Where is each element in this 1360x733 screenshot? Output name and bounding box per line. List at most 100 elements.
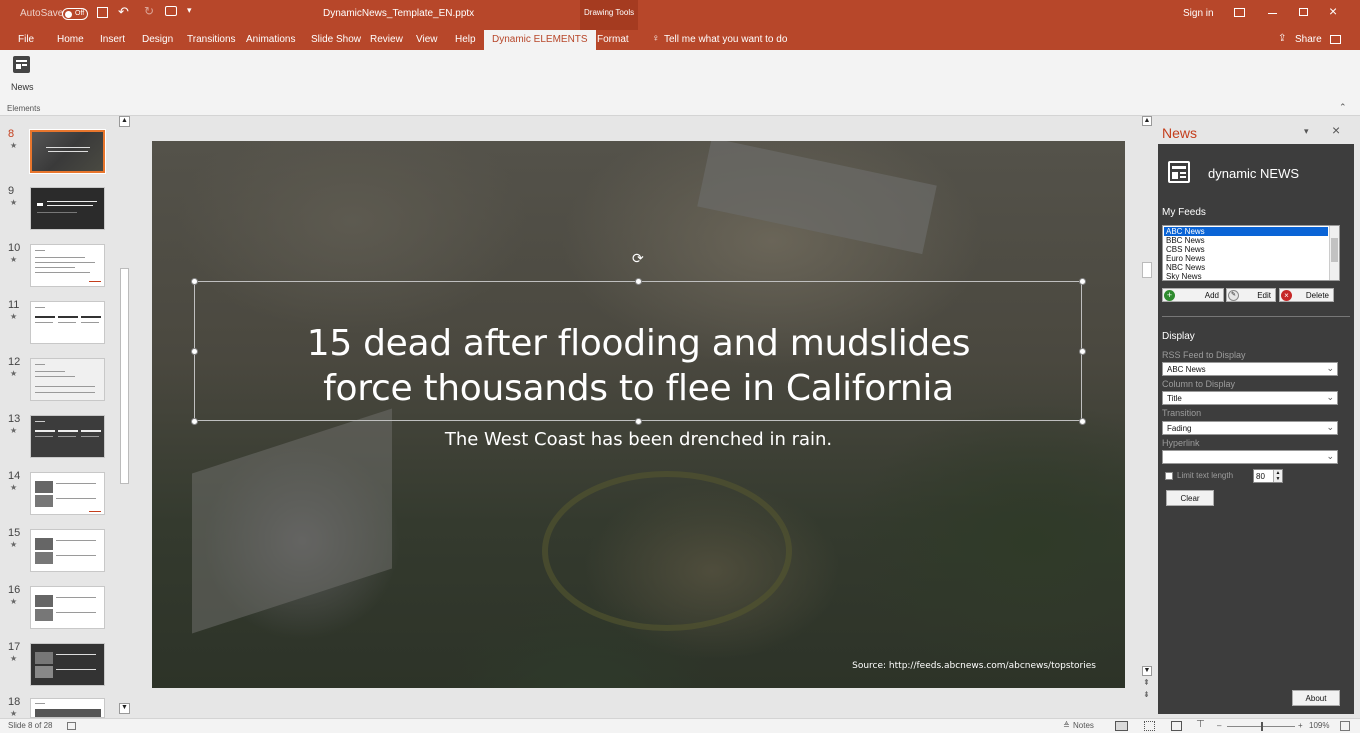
minimize-icon[interactable] xyxy=(1268,13,1277,14)
fit-to-window-icon[interactable] xyxy=(1340,721,1350,731)
resize-handle[interactable] xyxy=(1079,278,1086,285)
scroll-up-icon[interactable]: ▲ xyxy=(119,116,130,127)
previous-slide-icon[interactable]: ⇞ xyxy=(1143,678,1150,687)
normal-view-icon[interactable] xyxy=(1115,721,1128,731)
scrollbar-thumb[interactable] xyxy=(120,268,129,484)
delete-feed-button[interactable]: × Delete xyxy=(1279,288,1334,302)
tab-format[interactable]: Format xyxy=(597,34,629,45)
limit-length-input[interactable]: 80 ▲ ▼ xyxy=(1253,469,1283,483)
next-slide-icon[interactable]: ⇟ xyxy=(1143,690,1150,699)
slide-thumbnail-15[interactable] xyxy=(30,529,105,572)
zoom-out-icon[interactable]: – xyxy=(1217,721,1221,730)
resize-handle[interactable] xyxy=(635,278,642,285)
limit-text-checkbox[interactable] xyxy=(1165,472,1173,480)
column-select[interactable]: Title ⌄ xyxy=(1162,391,1338,405)
add-feed-button[interactable]: + Add xyxy=(1162,288,1224,302)
thumb-number: 17 xyxy=(8,641,21,653)
resize-handle[interactable] xyxy=(1079,418,1086,425)
feed-item[interactable]: ABC News xyxy=(1164,227,1328,236)
feed-item[interactable]: Sky News xyxy=(1164,272,1328,280)
tab-help[interactable]: Help xyxy=(455,34,476,45)
pane-close-icon[interactable]: × xyxy=(1332,122,1340,138)
hyperlink-select[interactable]: ⌄ xyxy=(1162,450,1338,464)
slide-thumbnail-11[interactable] xyxy=(30,301,105,344)
slide-thumbnail-17[interactable] xyxy=(30,643,105,686)
feed-item[interactable]: BBC News xyxy=(1164,236,1328,245)
undo-icon[interactable]: ↶ xyxy=(118,4,129,20)
close-icon[interactable]: × xyxy=(1329,3,1337,19)
sign-in-link[interactable]: Sign in xyxy=(1183,8,1214,19)
editor-scrollbar[interactable]: ▲ ▼ ⇞ ⇟ xyxy=(1141,116,1153,718)
slide-thumbnail-18[interactable] xyxy=(30,698,105,718)
tab-slide-show[interactable]: Slide Show xyxy=(311,34,361,45)
zoom-in-icon[interactable]: + xyxy=(1298,721,1303,730)
restore-icon[interactable] xyxy=(1299,8,1308,16)
slide-thumbnail-13[interactable] xyxy=(30,415,105,458)
zoom-slider-thumb[interactable] xyxy=(1261,722,1263,731)
pane-title: News xyxy=(1162,125,1198,141)
feeds-scrollbar[interactable] xyxy=(1329,226,1339,280)
edit-feed-button[interactable]: ✎ Edit xyxy=(1226,288,1276,302)
autosave-label: AutoSave xyxy=(20,8,64,19)
feeds-listbox[interactable]: ABC News BBC News CBS News Euro News NBC… xyxy=(1162,225,1340,281)
notes-button[interactable]: Notes xyxy=(1073,721,1094,730)
tell-me-search[interactable]: Tell me what you want to do xyxy=(664,34,787,45)
tab-transitions[interactable]: Transitions xyxy=(187,34,236,45)
notes-icon[interactable]: ≜ xyxy=(1063,721,1070,730)
autosave-toggle[interactable]: Off xyxy=(62,8,88,20)
share-button[interactable]: Share xyxy=(1295,34,1322,45)
pane-options-icon[interactable]: ▾ xyxy=(1304,126,1309,137)
save-icon[interactable] xyxy=(97,7,108,18)
feed-item[interactable]: NBC News xyxy=(1164,263,1328,272)
slideshow-view-icon[interactable]: ⊤ xyxy=(1196,719,1205,730)
zoom-slider[interactable] xyxy=(1227,722,1295,731)
scroll-down-icon[interactable]: ▼ xyxy=(119,703,130,714)
resize-handle[interactable] xyxy=(191,278,198,285)
redo-icon[interactable]: ↻ xyxy=(144,4,154,18)
clear-button[interactable]: Clear xyxy=(1166,490,1214,506)
slide-thumbnail-8[interactable] xyxy=(29,129,106,174)
spinner-icon[interactable]: ▲ ▼ xyxy=(1273,470,1282,482)
scroll-up-icon[interactable]: ▲ xyxy=(1142,116,1152,126)
customize-toolbar-icon[interactable]: ▾ xyxy=(187,5,192,16)
edit-icon: ✎ xyxy=(1228,290,1239,301)
tab-home[interactable]: Home xyxy=(57,34,84,45)
tab-dynamic-elements[interactable]: Dynamic ELEMENTS xyxy=(484,30,596,50)
slide-thumbnail-10[interactable] xyxy=(30,244,105,287)
ribbon-display-options-icon[interactable] xyxy=(1234,8,1245,17)
tab-file[interactable]: File xyxy=(18,34,34,45)
thumbnails-scrollbar[interactable]: ▲ ▼ xyxy=(119,116,130,716)
slide-sorter-icon[interactable] xyxy=(1144,721,1155,731)
collapse-ribbon-icon[interactable]: ⌃ xyxy=(1339,102,1347,113)
scrollbar-thumb[interactable] xyxy=(1142,262,1152,278)
resize-handle[interactable] xyxy=(635,418,642,425)
share-icon[interactable]: ⇪ xyxy=(1278,33,1286,44)
zoom-level[interactable]: 109% xyxy=(1309,721,1329,730)
tab-view[interactable]: View xyxy=(416,34,438,45)
scroll-down-icon[interactable]: ▼ xyxy=(1142,666,1152,676)
rss-feed-select[interactable]: ABC News ⌄ xyxy=(1162,362,1338,376)
comments-icon[interactable] xyxy=(1330,35,1341,44)
tab-animations[interactable]: Animations xyxy=(246,34,295,45)
tab-insert[interactable]: Insert xyxy=(100,34,125,45)
transition-select[interactable]: Fading ⌄ xyxy=(1162,421,1338,435)
tab-design[interactable]: Design xyxy=(142,34,173,45)
feed-item[interactable]: CBS News xyxy=(1164,245,1328,254)
resize-handle[interactable] xyxy=(191,418,198,425)
accessibility-icon[interactable] xyxy=(67,722,76,730)
slide-thumbnail-9[interactable] xyxy=(30,187,105,230)
news-task-pane: News ▾ × dynamic NEWS My Feeds ABC News … xyxy=(1154,116,1360,718)
animation-star-icon: ★ xyxy=(10,255,18,264)
about-button[interactable]: About xyxy=(1292,690,1340,706)
tab-review[interactable]: Review xyxy=(370,34,403,45)
feed-item[interactable]: Euro News xyxy=(1164,254,1328,263)
start-slideshow-icon[interactable] xyxy=(165,6,177,16)
slide-thumbnail-14[interactable] xyxy=(30,472,105,515)
slide-canvas[interactable]: ⟳ 15 dead after flooding and mudslides f… xyxy=(152,141,1125,688)
slide-thumbnail-16[interactable] xyxy=(30,586,105,629)
reading-view-icon[interactable] xyxy=(1171,721,1182,731)
rotate-handle-icon[interactable]: ⟳ xyxy=(632,250,644,267)
slide-thumbnail-12[interactable] xyxy=(30,358,105,401)
news-ribbon-button[interactable]: News xyxy=(8,54,36,94)
thumb-number: 12 xyxy=(8,356,21,368)
